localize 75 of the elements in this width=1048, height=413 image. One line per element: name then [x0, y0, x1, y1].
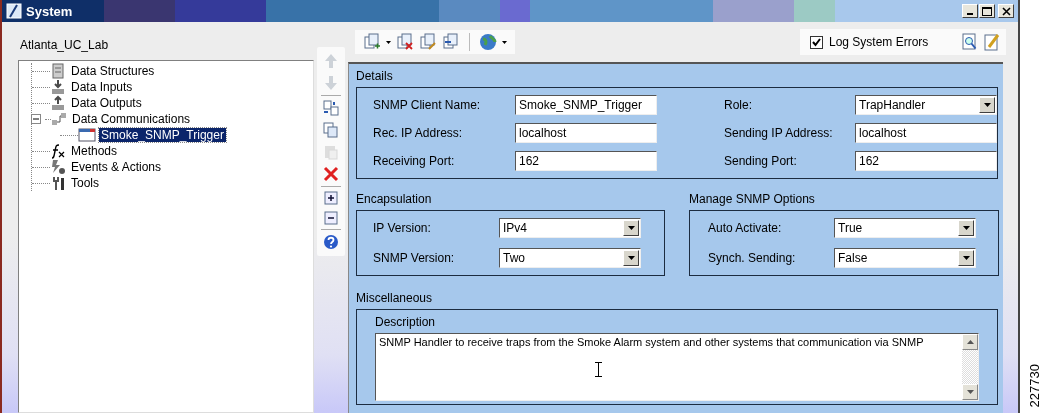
tree-item[interactable]: Data Inputs: [69, 80, 135, 94]
group-title: Encapsulation: [356, 191, 433, 207]
field-label: SNMP Version:: [373, 251, 456, 265]
group-title: Details: [356, 68, 394, 84]
window-title: System: [26, 3, 74, 19]
text-field[interactable]: Smoke_SNMP_Trigger: [515, 95, 657, 115]
tree-item[interactable]: Methods: [69, 144, 120, 158]
caret-icon: [627, 226, 635, 230]
help-icon[interactable]: [323, 234, 339, 250]
swap-icon[interactable]: [323, 100, 339, 116]
app-icon: [6, 3, 22, 19]
caret-icon[interactable]: [386, 40, 391, 44]
magnifier-document-icon[interactable]: [962, 33, 978, 51]
dropdown[interactable]: Two: [499, 248, 641, 268]
group-title: Manage SNMP Options: [689, 191, 816, 207]
caret-icon: [962, 256, 970, 260]
field-label: Sending Port:: [724, 154, 798, 168]
scroll-up-icon[interactable]: [966, 340, 974, 344]
description-field[interactable]: SNMP Handler to receive traps from the Smoke Alarm system and other systems that communication via SNMP: [375, 333, 979, 401]
text-field[interactable]: 162: [855, 151, 997, 171]
maximize-icon: [982, 6, 992, 16]
text-field[interactable]: localhost: [855, 123, 997, 143]
delete-document-icon[interactable]: [396, 33, 414, 51]
add-document-icon[interactable]: [363, 33, 381, 51]
function-icon: [50, 143, 66, 159]
caret-icon: [983, 103, 991, 107]
field-label: Synch. Sending:: [708, 251, 797, 265]
input-icon: [50, 79, 66, 95]
expander-icon[interactable]: [31, 114, 41, 124]
plus-icon[interactable]: [324, 191, 338, 205]
minus-icon[interactable]: [324, 211, 338, 225]
dropdown[interactable]: TrapHandler: [855, 95, 997, 115]
dropdown[interactable]: True: [834, 218, 976, 238]
tools-icon: [50, 175, 66, 191]
globe-icon[interactable]: [479, 33, 497, 51]
network-icon: [51, 111, 67, 127]
maximize-button[interactable]: [979, 4, 995, 18]
output-icon: [50, 95, 66, 111]
tree-item[interactable]: Data Structures: [69, 64, 157, 78]
field-label: Role:: [724, 98, 753, 112]
dropdown[interactable]: False: [834, 248, 976, 268]
minimize-button[interactable]: [962, 4, 978, 18]
caret-icon: [627, 256, 635, 260]
field-label: IP Version:: [373, 221, 432, 235]
field-label: Receiving Port:: [373, 154, 455, 168]
caret-icon[interactable]: [502, 40, 507, 44]
scroll-down-icon[interactable]: [966, 390, 974, 394]
delete-icon[interactable]: [323, 166, 339, 182]
edit-document-icon[interactable]: [419, 33, 437, 51]
field-label: Auto Activate:: [708, 221, 783, 235]
tree-item[interactable]: Tools: [69, 176, 101, 190]
text-cursor-icon: [595, 362, 602, 377]
text-field[interactable]: 162: [515, 151, 657, 171]
checkbox[interactable]: [810, 35, 823, 49]
field-label: SNMP Client Name:: [373, 98, 481, 112]
close-button[interactable]: [998, 4, 1014, 18]
text-field[interactable]: localhost: [515, 123, 657, 143]
import-document-icon[interactable]: [442, 33, 460, 51]
field-label: Description: [375, 315, 437, 329]
tree-item[interactable]: Data Communications: [70, 112, 193, 126]
caret-icon: [962, 226, 970, 230]
field-label: Rec. IP Address:: [373, 126, 463, 140]
database-icon: [50, 63, 66, 79]
field-label: Sending IP Address:: [724, 126, 834, 140]
window-icon: [78, 128, 96, 142]
figure-number: 227730: [1026, 363, 1042, 407]
group-title: Miscellaneous: [356, 290, 434, 306]
tree-item[interactable]: Smoke_SNMP_Trigger: [99, 128, 226, 142]
close-icon: [1001, 6, 1011, 16]
tree-item[interactable]: Events & Actions: [69, 160, 164, 174]
copy-icon[interactable]: [323, 122, 339, 138]
tree-item[interactable]: Data Outputs: [69, 96, 144, 110]
scrollbar[interactable]: [962, 334, 978, 400]
dropdown[interactable]: IPv4: [499, 218, 641, 238]
workspace-label: Atlanta_UC_Lab: [20, 38, 109, 52]
